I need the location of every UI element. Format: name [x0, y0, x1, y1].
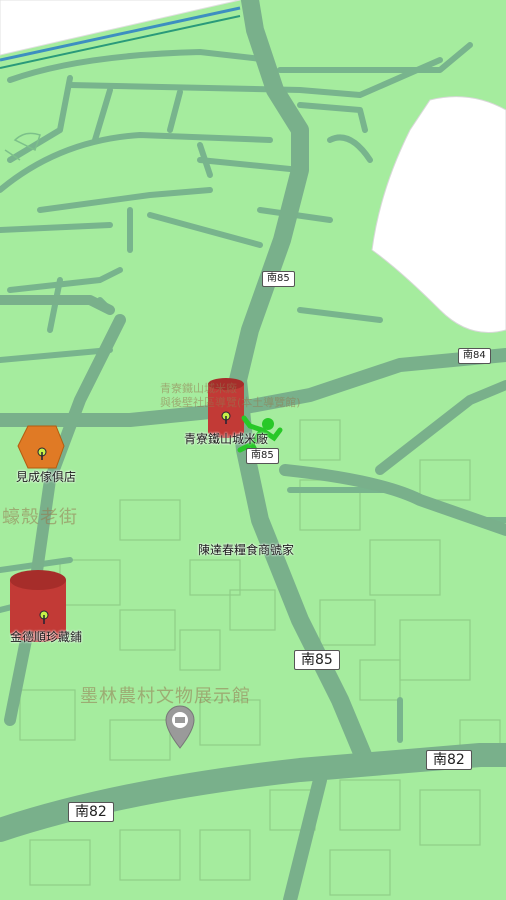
poi-label-furniture[interactable]: 見成傢俱店 — [16, 468, 76, 485]
orange-hex-marker[interactable] — [17, 425, 65, 469]
route-shield-nan85-middle: 南85 — [246, 448, 279, 464]
map-view[interactable]: 墨林農村文物展示館 蠔殼老街 青寮鐵山城米廠 與後壁社區導覽(本土導覽館) 青寮… — [0, 0, 506, 900]
route-shield-nan85-upper: 南85 — [262, 271, 295, 287]
route-shield-nan84: 南84 — [458, 348, 491, 364]
route-shield-nan85-lower: 南85 — [294, 650, 340, 670]
faded-label-oyster-street: 蠔殼老街 — [2, 507, 78, 528]
faded-label-guide: 與後壁社區導覽(本土導覽館) — [160, 396, 301, 409]
poi-label-shop[interactable]: 金德順珍藏鋪 — [10, 628, 82, 645]
route-shield-nan82-left: 南82 — [68, 802, 114, 822]
route-shield-nan82-right: 南82 — [426, 750, 472, 770]
faded-label-museum: 墨林農村文物展示館 — [80, 686, 251, 707]
poi-label-rice-mill[interactable]: 青寮鐵山城米廠 — [184, 430, 268, 447]
poi-label-grain-store[interactable]: 陳達春糧食商號家 — [198, 541, 294, 558]
